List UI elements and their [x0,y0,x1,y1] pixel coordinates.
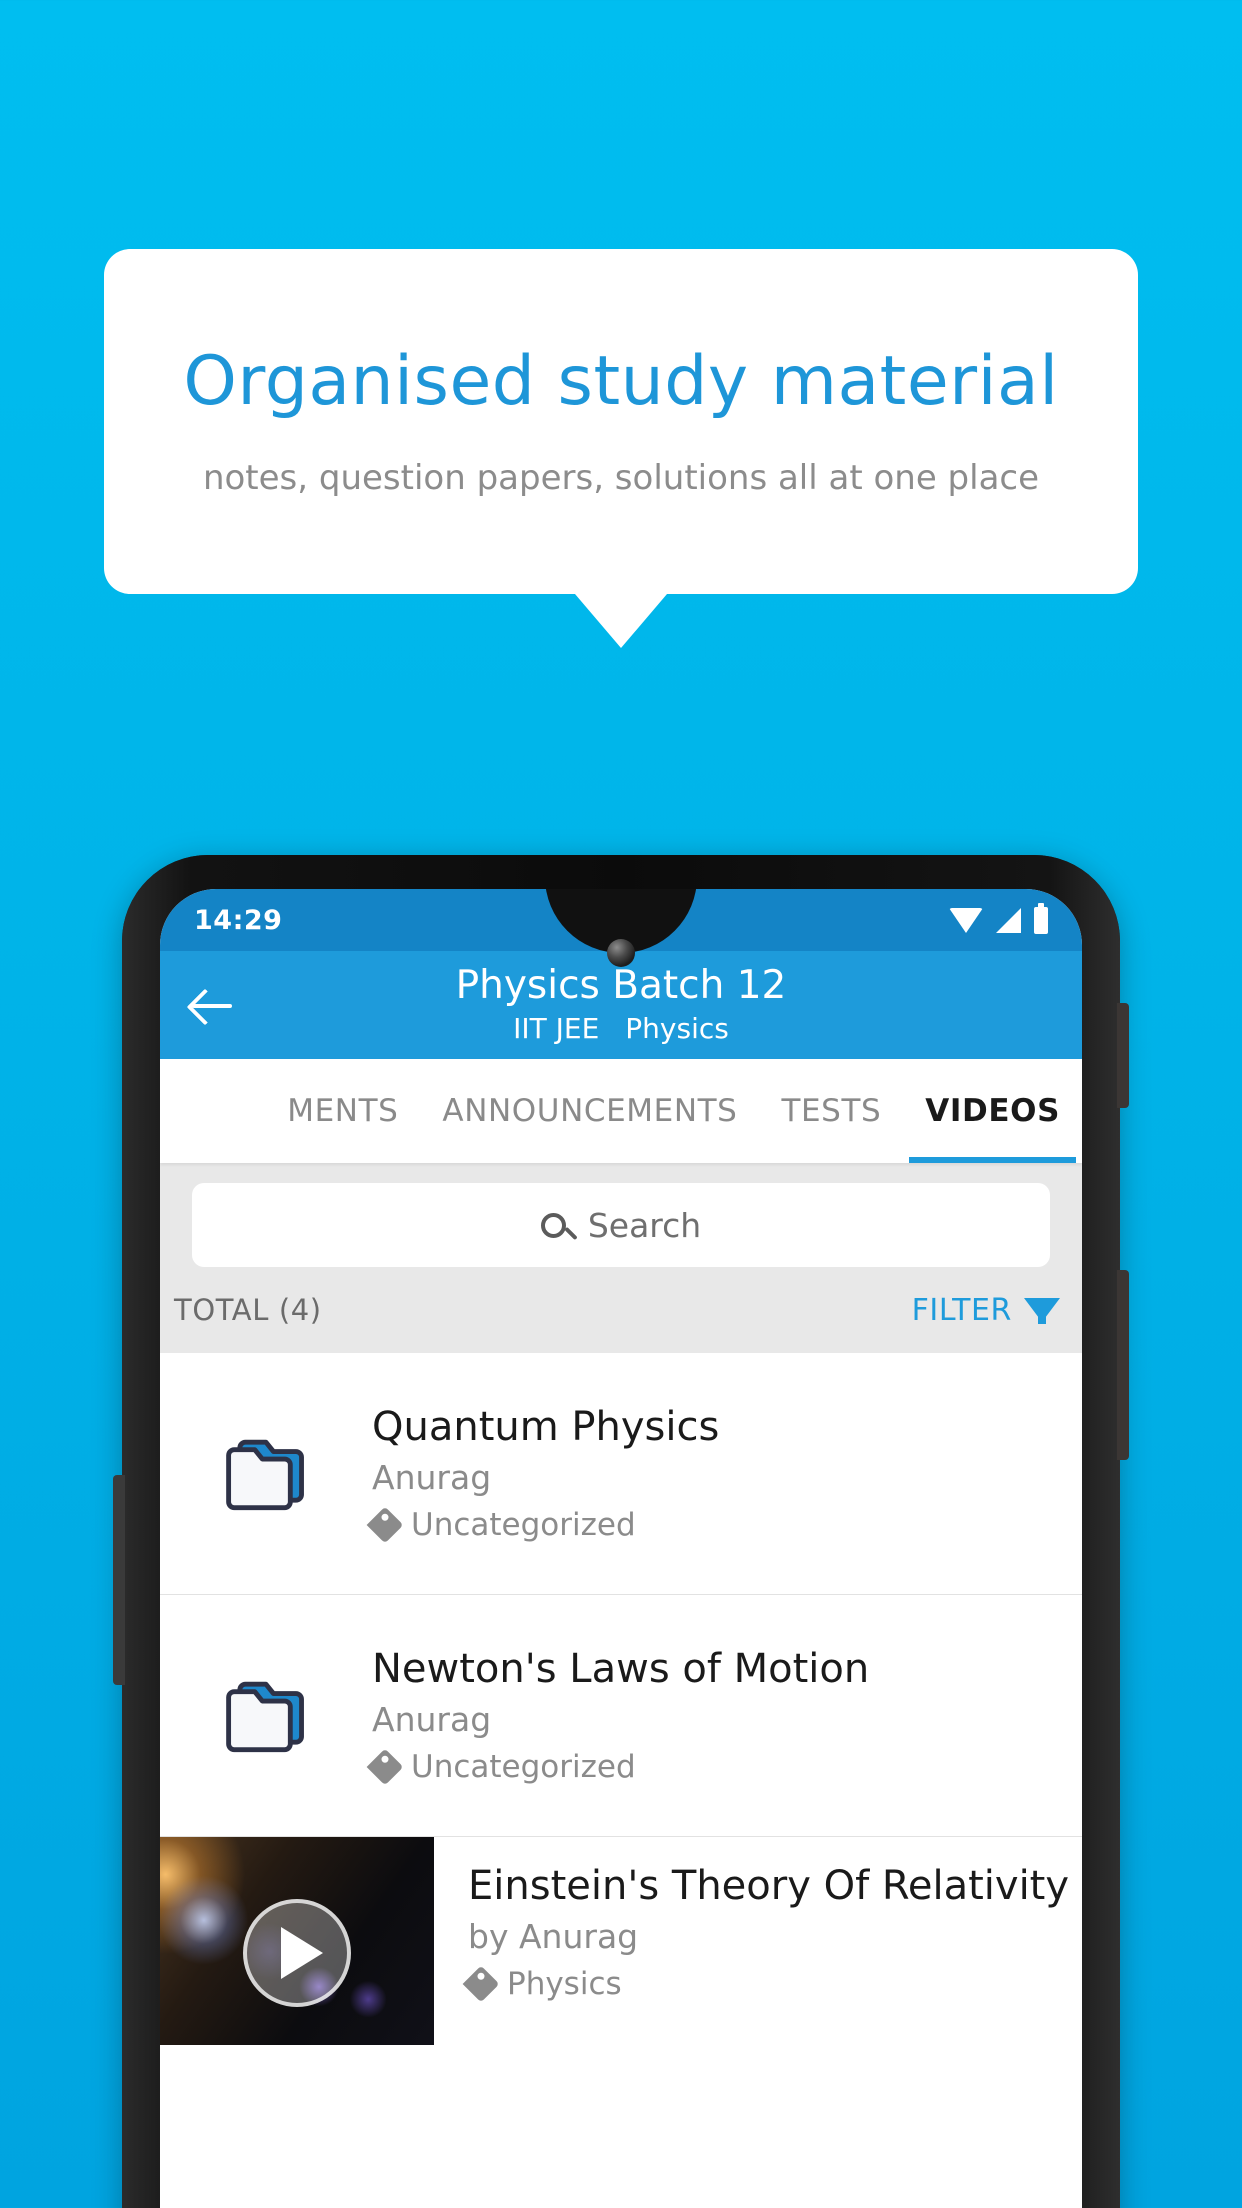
page-title: Physics Batch 12 [455,963,787,1009]
search-icon [540,1212,566,1238]
total-count-label: TOTAL (4) [174,1293,322,1327]
tab-assignments[interactable]: MENTS [265,1059,420,1163]
tab-tests[interactable]: TESTS [759,1059,903,1163]
filter-label: FILTER [911,1292,1012,1328]
tag-icon [462,1965,500,2003]
list-item[interactable]: Einstein's Theory Of Relativity by Anura… [160,1837,1082,2045]
folder-icon [160,1678,372,1754]
tag-icon [366,1748,404,1786]
play-icon[interactable] [243,1899,351,2008]
tag-icon [366,1506,404,1544]
search-placeholder: Search [587,1205,702,1245]
page-subtitle-exam: IIT JEE [513,1011,600,1045]
play-triangle-glyph [281,1927,323,1980]
promo-subtitle: notes, question papers, solutions all at… [202,457,1040,498]
app-bar: Physics Batch 12 IIT JEE Physics [160,951,1082,1059]
search-input[interactable]: Search [192,1183,1050,1267]
folder-icon-glyph [226,1439,304,1510]
page-subtitle-subject: Physics [625,1011,729,1045]
folder-icon-glyph [226,1681,304,1752]
list-item-author: by Anurag [468,1917,639,1956]
filter-button[interactable]: FILTER [912,1293,1060,1328]
list-item-tag-label: Physics [507,1966,622,2002]
phone-side-button-right-power[interactable] [1117,1270,1129,1460]
list-item-title: Newton's Laws of Motion [372,1646,870,1692]
phone-side-button-left[interactable] [113,1475,125,1685]
promo-title: Organised study material [183,342,1059,422]
list-item-author: Anurag [372,1700,492,1739]
list-item-tag: Uncategorized [366,1506,1068,1544]
phone-side-button-right-volume[interactable] [1117,1003,1129,1108]
folder-icon [160,1436,372,1512]
funnel-icon [1024,1298,1060,1324]
list-item[interactable]: Quantum Physics Anurag Uncategorized [160,1353,1082,1595]
list-item-text: Newton's Laws of Motion Anurag Uncategor… [366,1646,1082,1786]
signal-icon [996,907,1021,933]
tab-announcements[interactable]: ANNOUNCEMENTS [420,1059,759,1163]
list-item-title: Quantum Physics [372,1404,720,1450]
promo-bubble-tail [575,594,667,648]
status-bar: 14:29 [160,889,1082,967]
phone-mockup: 14:29 Physics Batch 12 IIT JEE Physics M [113,855,1129,2208]
video-thumbnail[interactable] [160,1837,434,2045]
list-item-title: Einstein's Theory Of Relativity [468,1863,1070,1909]
wifi-icon [949,907,983,933]
video-list: Quantum Physics Anurag Uncategorized New… [160,1353,1082,2045]
tab-videos[interactable]: VIDEOS [903,1059,1082,1163]
list-item-tag: Physics [462,1965,1069,2003]
status-bar-icons [949,902,1048,934]
back-arrow-icon[interactable] [186,978,240,1032]
status-bar-time: 14:29 [194,904,283,936]
list-item-text: Quantum Physics Anurag Uncategorized [366,1404,1082,1544]
list-item-author: Anurag [372,1458,492,1497]
phone-screen: 14:29 Physics Batch 12 IIT JEE Physics M [160,889,1082,2208]
list-toolbar: TOTAL (4) FILTER [160,1267,1082,1353]
list-item-tag-label: Uncategorized [411,1507,636,1543]
promo-bubble: Organised study material notes, question… [104,249,1138,594]
page-subtitle: IIT JEE Physics [160,1012,1082,1045]
list-item-tag-label: Uncategorized [411,1749,636,1785]
list-item-text: Einstein's Theory Of Relativity by Anura… [434,1837,1082,2045]
list-item[interactable]: Newton's Laws of Motion Anurag Uncategor… [160,1595,1082,1837]
search-zone: Search [160,1163,1082,1267]
app-bar-titles: Physics Batch 12 IIT JEE Physics [160,963,1082,1045]
tab-bar: MENTS ANNOUNCEMENTS TESTS VIDEOS [160,1059,1082,1163]
front-camera-icon [607,939,635,967]
list-item-tag: Uncategorized [366,1748,1068,1786]
battery-icon [1034,902,1048,934]
